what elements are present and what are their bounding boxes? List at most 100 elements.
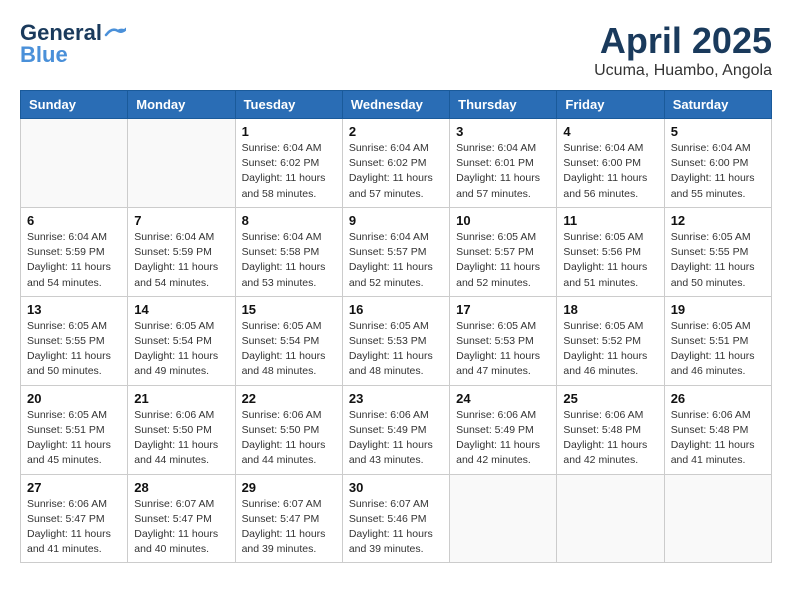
day-number: 8 [242, 213, 336, 228]
day-info: Sunrise: 6:07 AM Sunset: 5:46 PM Dayligh… [349, 497, 443, 558]
day-number: 14 [134, 302, 228, 317]
weekday-header: Sunday [21, 91, 128, 119]
day-number: 6 [27, 213, 121, 228]
day-info: Sunrise: 6:04 AM Sunset: 6:02 PM Dayligh… [349, 141, 443, 202]
page-header: General Blue April 2025 Ucuma, Huambo, A… [20, 20, 772, 80]
month-title: April 2025 [594, 20, 772, 62]
day-info: Sunrise: 6:07 AM Sunset: 5:47 PM Dayligh… [134, 497, 228, 558]
calendar-cell: 18 Sunrise: 6:05 AM Sunset: 5:52 PM Dayli… [557, 296, 664, 385]
day-info: Sunrise: 6:05 AM Sunset: 5:51 PM Dayligh… [27, 408, 121, 469]
calendar-table: SundayMondayTuesdayWednesdayThursdayFrid… [20, 90, 772, 563]
day-info: Sunrise: 6:06 AM Sunset: 5:47 PM Dayligh… [27, 497, 121, 558]
calendar-week-row: 13 Sunrise: 6:05 AM Sunset: 5:55 PM Dayli… [21, 296, 772, 385]
day-number: 2 [349, 124, 443, 139]
calendar-cell: 21 Sunrise: 6:06 AM Sunset: 5:50 PM Dayli… [128, 385, 235, 474]
calendar-header-row: SundayMondayTuesdayWednesdayThursdayFrid… [21, 91, 772, 119]
calendar-cell: 12 Sunrise: 6:05 AM Sunset: 5:55 PM Dayli… [664, 207, 771, 296]
weekday-header: Saturday [664, 91, 771, 119]
title-block: April 2025 Ucuma, Huambo, Angola [594, 20, 772, 80]
calendar-cell: 1 Sunrise: 6:04 AM Sunset: 6:02 PM Daylig… [235, 119, 342, 208]
calendar-cell: 23Sunrise: 6:06 AM Sunset: 5:49 PM Dayli… [342, 385, 449, 474]
day-info: Sunrise: 6:04 AM Sunset: 5:59 PM Dayligh… [134, 230, 228, 291]
calendar-cell: 2 Sunrise: 6:04 AM Sunset: 6:02 PM Daylig… [342, 119, 449, 208]
weekday-header: Friday [557, 91, 664, 119]
calendar-cell: 29 Sunrise: 6:07 AM Sunset: 5:47 PM Dayli… [235, 474, 342, 563]
day-info: Sunrise: 6:06 AM Sunset: 5:49 PM Dayligh… [349, 408, 443, 469]
calendar-cell: 16 Sunrise: 6:05 AM Sunset: 5:53 PM Dayli… [342, 296, 449, 385]
day-info: Sunrise: 6:06 AM Sunset: 5:50 PM Dayligh… [134, 408, 228, 469]
day-number: 13 [27, 302, 121, 317]
calendar-cell: 3 Sunrise: 6:04 AM Sunset: 6:01 PM Daylig… [450, 119, 557, 208]
calendar-cell: 11 Sunrise: 6:05 AM Sunset: 5:56 PM Dayli… [557, 207, 664, 296]
calendar-week-row: 6 Sunrise: 6:04 AM Sunset: 5:59 PM Daylig… [21, 207, 772, 296]
day-number: 1 [242, 124, 336, 139]
day-number: 12 [671, 213, 765, 228]
day-info: Sunrise: 6:04 AM Sunset: 5:58 PM Dayligh… [242, 230, 336, 291]
day-info: Sunrise: 6:06 AM Sunset: 5:48 PM Dayligh… [671, 408, 765, 469]
day-info: Sunrise: 6:06 AM Sunset: 5:49 PM Dayligh… [456, 408, 550, 469]
calendar-cell [21, 119, 128, 208]
day-number: 18 [563, 302, 657, 317]
day-info: Sunrise: 6:04 AM Sunset: 6:00 PM Dayligh… [563, 141, 657, 202]
day-number: 27 [27, 480, 121, 495]
day-info: Sunrise: 6:06 AM Sunset: 5:48 PM Dayligh… [563, 408, 657, 469]
day-number: 29 [242, 480, 336, 495]
day-info: Sunrise: 6:05 AM Sunset: 5:54 PM Dayligh… [134, 319, 228, 380]
day-number: 7 [134, 213, 228, 228]
day-info: Sunrise: 6:05 AM Sunset: 5:55 PM Dayligh… [671, 230, 765, 291]
calendar-cell: 19Sunrise: 6:05 AM Sunset: 5:51 PM Dayli… [664, 296, 771, 385]
day-number: 4 [563, 124, 657, 139]
calendar-cell: 7 Sunrise: 6:04 AM Sunset: 5:59 PM Daylig… [128, 207, 235, 296]
calendar-cell: 10 Sunrise: 6:05 AM Sunset: 5:57 PM Dayli… [450, 207, 557, 296]
calendar-week-row: 1 Sunrise: 6:04 AM Sunset: 6:02 PM Daylig… [21, 119, 772, 208]
day-info: Sunrise: 6:05 AM Sunset: 5:57 PM Dayligh… [456, 230, 550, 291]
weekday-header: Wednesday [342, 91, 449, 119]
day-number: 19 [671, 302, 765, 317]
calendar-cell: 8 Sunrise: 6:04 AM Sunset: 5:58 PM Daylig… [235, 207, 342, 296]
calendar-cell: 27 Sunrise: 6:06 AM Sunset: 5:47 PM Dayli… [21, 474, 128, 563]
day-info: Sunrise: 6:04 AM Sunset: 6:00 PM Dayligh… [671, 141, 765, 202]
day-number: 28 [134, 480, 228, 495]
day-number: 16 [349, 302, 443, 317]
calendar-cell [128, 119, 235, 208]
day-info: Sunrise: 6:06 AM Sunset: 5:50 PM Dayligh… [242, 408, 336, 469]
day-number: 21 [134, 391, 228, 406]
day-number: 3 [456, 124, 550, 139]
day-number: 22 [242, 391, 336, 406]
day-info: Sunrise: 6:05 AM Sunset: 5:53 PM Dayligh… [349, 319, 443, 380]
calendar-cell: 24Sunrise: 6:06 AM Sunset: 5:49 PM Dayli… [450, 385, 557, 474]
day-info: Sunrise: 6:05 AM Sunset: 5:54 PM Dayligh… [242, 319, 336, 380]
day-info: Sunrise: 6:04 AM Sunset: 6:01 PM Dayligh… [456, 141, 550, 202]
day-info: Sunrise: 6:04 AM Sunset: 5:59 PM Dayligh… [27, 230, 121, 291]
day-info: Sunrise: 6:05 AM Sunset: 5:55 PM Dayligh… [27, 319, 121, 380]
weekday-header: Monday [128, 91, 235, 119]
day-info: Sunrise: 6:05 AM Sunset: 5:53 PM Dayligh… [456, 319, 550, 380]
calendar-cell: 17 Sunrise: 6:05 AM Sunset: 5:53 PM Dayli… [450, 296, 557, 385]
day-info: Sunrise: 6:05 AM Sunset: 5:56 PM Dayligh… [563, 230, 657, 291]
logo-bird-icon [104, 25, 126, 41]
day-number: 30 [349, 480, 443, 495]
day-number: 5 [671, 124, 765, 139]
calendar-cell: 13 Sunrise: 6:05 AM Sunset: 5:55 PM Dayli… [21, 296, 128, 385]
calendar-cell [557, 474, 664, 563]
calendar-cell: 15Sunrise: 6:05 AM Sunset: 5:54 PM Dayli… [235, 296, 342, 385]
day-info: Sunrise: 6:05 AM Sunset: 5:52 PM Dayligh… [563, 319, 657, 380]
day-info: Sunrise: 6:07 AM Sunset: 5:47 PM Dayligh… [242, 497, 336, 558]
calendar-cell: 30 Sunrise: 6:07 AM Sunset: 5:46 PM Dayli… [342, 474, 449, 563]
logo: General Blue [20, 20, 126, 68]
calendar-week-row: 20 Sunrise: 6:05 AM Sunset: 5:51 PM Dayli… [21, 385, 772, 474]
calendar-cell: 26 Sunrise: 6:06 AM Sunset: 5:48 PM Dayli… [664, 385, 771, 474]
day-number: 9 [349, 213, 443, 228]
day-number: 17 [456, 302, 550, 317]
day-number: 11 [563, 213, 657, 228]
calendar-cell: 6 Sunrise: 6:04 AM Sunset: 5:59 PM Daylig… [21, 207, 128, 296]
day-number: 25 [563, 391, 657, 406]
calendar-cell: 9Sunrise: 6:04 AM Sunset: 5:57 PM Daylig… [342, 207, 449, 296]
day-number: 10 [456, 213, 550, 228]
day-number: 26 [671, 391, 765, 406]
logo-text-blue: Blue [20, 42, 68, 68]
day-number: 20 [27, 391, 121, 406]
location-text: Ucuma, Huambo, Angola [594, 62, 772, 80]
calendar-cell [450, 474, 557, 563]
day-info: Sunrise: 6:04 AM Sunset: 6:02 PM Dayligh… [242, 141, 336, 202]
